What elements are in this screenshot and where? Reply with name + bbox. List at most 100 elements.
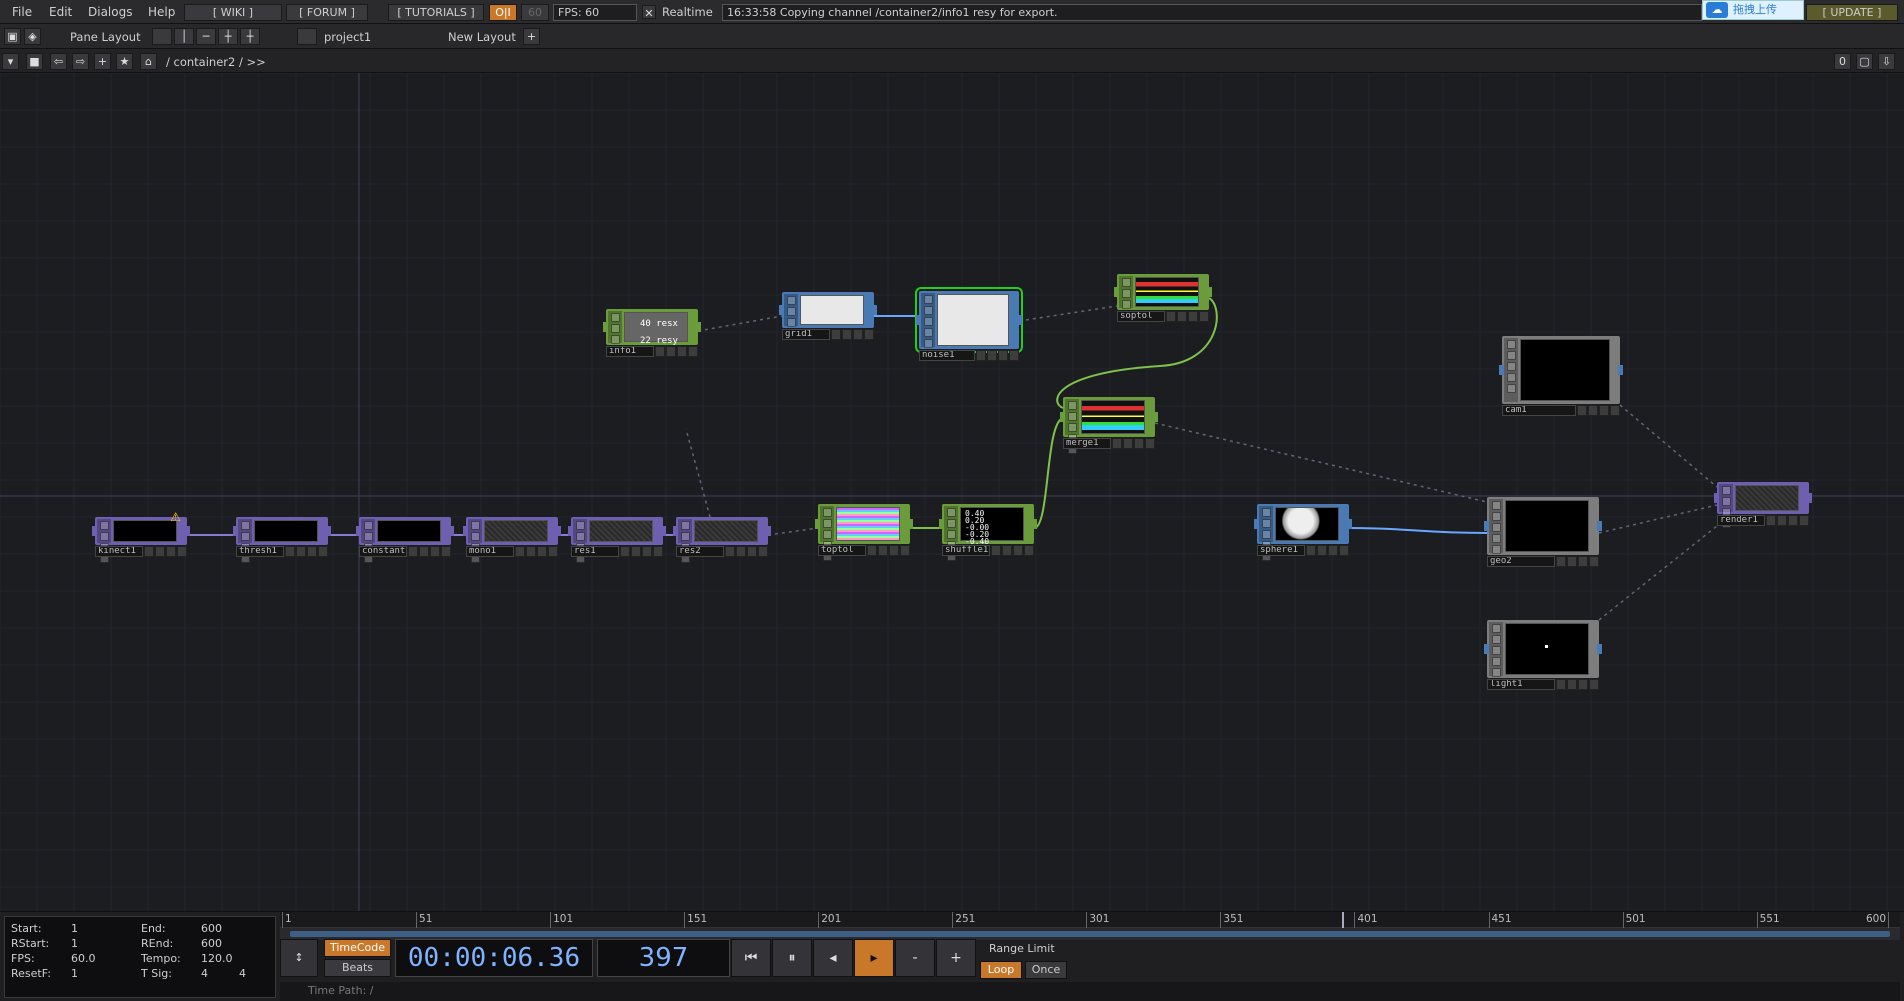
node-flags[interactable] — [620, 546, 663, 557]
node-flag-strip[interactable] — [1119, 276, 1133, 320]
node-flags[interactable] — [991, 545, 1034, 556]
output-connector[interactable] — [1032, 519, 1037, 529]
download-icon[interactable]: ⇩ — [1878, 53, 1895, 70]
node-kinect1[interactable]: ⚠ kinect1 — [92, 510, 190, 563]
node-label[interactable]: kinect1 — [95, 546, 143, 557]
output-connector[interactable] — [556, 526, 561, 536]
node-info1[interactable]: 40 resx 22 resy info1 — [603, 309, 701, 357]
beats-button[interactable]: Beats — [324, 959, 391, 977]
fps-cap[interactable]: 60 — [521, 4, 549, 21]
project-icon[interactable] — [297, 28, 317, 45]
tsig-a[interactable]: 4 — [201, 967, 208, 980]
node-label[interactable]: soptol — [1117, 311, 1165, 322]
input-connector[interactable] — [1484, 644, 1489, 654]
node-toptol[interactable]: toptol — [815, 504, 913, 561]
output-connector[interactable] — [696, 322, 701, 332]
step-back-icon[interactable]: ◂ — [813, 939, 853, 977]
rend-value[interactable]: 600 — [201, 937, 222, 950]
input-connector[interactable] — [1060, 412, 1065, 422]
node-flags[interactable] — [1166, 311, 1209, 322]
layout-3-icon[interactable]: ─ — [196, 28, 216, 45]
input-connector[interactable] — [916, 315, 921, 325]
node-res1[interactable]: res1 — [568, 517, 666, 563]
timecode-display[interactable]: 00:00:06.36 — [395, 939, 593, 977]
node-label[interactable]: res1 — [571, 546, 619, 557]
tutorials-link[interactable]: [ TUTORIALS ] — [388, 4, 484, 21]
input-connector[interactable] — [603, 322, 608, 332]
node-body[interactable] — [1714, 482, 1812, 528]
menu-help[interactable]: Help — [148, 5, 175, 19]
node-flag-strip[interactable] — [573, 519, 587, 563]
node-body[interactable] — [463, 517, 561, 563]
node-body[interactable] — [1484, 620, 1602, 678]
output-connector[interactable] — [1153, 412, 1158, 422]
fps-value[interactable]: 60.0 — [71, 952, 96, 965]
node-constant1[interactable]: constant1 — [356, 517, 454, 563]
node-sphere1[interactable]: sphere1 — [1254, 504, 1352, 561]
node-shuffle1[interactable]: 0.40 0.20 -0.00 -0.20 -0.40 shuffle1 — [939, 504, 1037, 561]
rewind-icon[interactable]: ⏮ — [731, 939, 771, 977]
realtime-checkbox[interactable]: ✕ — [642, 5, 656, 20]
menu-edit[interactable]: Edit — [49, 5, 72, 19]
node-flag-strip[interactable] — [468, 519, 482, 563]
output-connector[interactable] — [1807, 493, 1812, 503]
new-layout-label[interactable]: New Layout — [448, 30, 516, 44]
dropdown-icon[interactable]: ▾ — [2, 53, 19, 70]
node-flags[interactable] — [655, 346, 698, 357]
add-icon[interactable]: + — [94, 53, 111, 70]
node-flag-strip[interactable] — [608, 311, 622, 355]
output-connector[interactable] — [908, 519, 913, 529]
image-icon[interactable]: ▣ — [4, 28, 21, 45]
node-noise1[interactable]: noise1 — [915, 287, 1023, 361]
oi-toggle[interactable]: O|I — [489, 4, 517, 21]
node-light1[interactable]: light1 — [1484, 620, 1602, 690]
input-connector[interactable] — [1114, 287, 1119, 297]
node-flags[interactable] — [1577, 405, 1620, 416]
node-label[interactable]: merge1 — [1063, 438, 1111, 449]
node-body[interactable]: 40 resx 22 resy — [603, 309, 701, 355]
node-flag-strip[interactable] — [1259, 506, 1273, 561]
node-flag-strip[interactable] — [944, 506, 958, 561]
start-value[interactable]: 1 — [71, 922, 78, 935]
timecode-button[interactable]: TimeCode — [324, 939, 391, 957]
node-flag-strip[interactable] — [921, 293, 935, 348]
node-label[interactable]: res2 — [676, 546, 724, 557]
output-connector[interactable] — [1618, 365, 1623, 375]
node-body[interactable] — [1114, 274, 1212, 320]
node-label[interactable]: constant1 — [359, 546, 407, 557]
node-label[interactable]: geo2 — [1487, 556, 1555, 567]
timeline-collapse-icon[interactable]: ↕ — [280, 939, 318, 977]
node-label[interactable]: info1 — [606, 346, 654, 357]
input-connector[interactable] — [1254, 519, 1259, 529]
node-body[interactable] — [673, 517, 771, 563]
node-flags[interactable] — [1556, 679, 1599, 690]
node-flags[interactable] — [408, 546, 451, 557]
end-value[interactable]: 600 — [201, 922, 222, 935]
project-name[interactable]: project1 — [324, 30, 371, 44]
input-connector[interactable] — [1714, 493, 1719, 503]
node-flags[interactable] — [144, 546, 187, 557]
rstart-value[interactable]: 1 — [71, 937, 78, 950]
forum-link[interactable]: [ FORUM ] — [286, 4, 368, 21]
output-connector[interactable] — [1017, 315, 1022, 325]
back-icon[interactable]: ⇦ — [50, 53, 67, 70]
node-body[interactable] — [1254, 504, 1352, 561]
output-connector[interactable] — [326, 526, 331, 536]
node-body[interactable] — [1499, 336, 1623, 404]
once-button[interactable]: Once — [1025, 961, 1067, 979]
node-flag-strip[interactable] — [97, 519, 111, 563]
upload-badge[interactable]: ☁ 拖拽上传 — [1702, 0, 1804, 20]
node-grid1[interactable]: grid1 — [779, 292, 877, 340]
node-flag-strip[interactable] — [1489, 499, 1503, 554]
node-res2[interactable]: res2 — [673, 517, 771, 563]
output-connector[interactable] — [1207, 287, 1212, 297]
home-icon[interactable]: ⌂ — [140, 53, 157, 70]
node-flags[interactable] — [1306, 545, 1349, 556]
node-label[interactable]: light1 — [1487, 679, 1555, 690]
node-flags[interactable] — [1556, 556, 1599, 567]
node-label[interactable]: shuffle1 — [942, 545, 990, 556]
loop-button[interactable]: Loop — [980, 961, 1022, 979]
input-connector[interactable] — [568, 526, 573, 536]
update-button[interactable]: [ UPDATE ] — [1806, 4, 1898, 21]
node-body[interactable]: ⚠ — [92, 510, 190, 563]
